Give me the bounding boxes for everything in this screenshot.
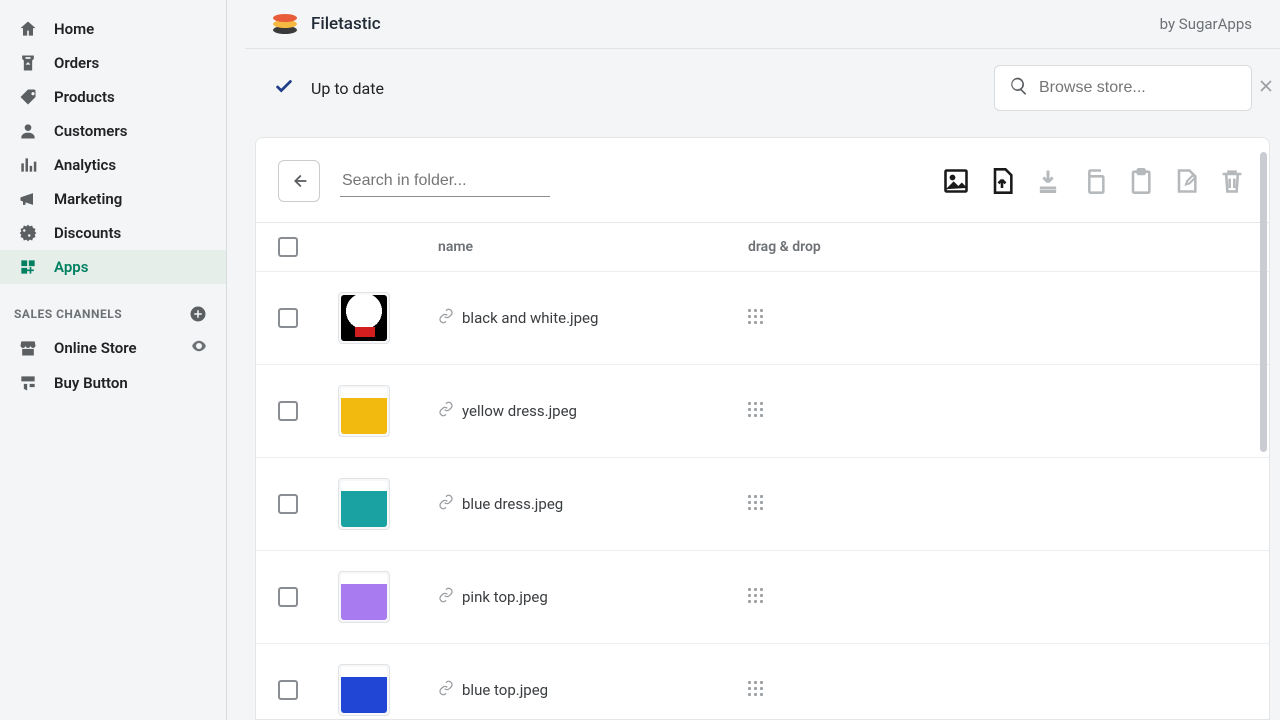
file-thumbnail[interactable] bbox=[338, 664, 390, 716]
browse-store-box bbox=[994, 65, 1252, 111]
nav-label: Customers bbox=[54, 122, 127, 140]
row-checkbox[interactable] bbox=[278, 308, 298, 328]
nav-analytics[interactable]: Analytics bbox=[0, 148, 226, 182]
scrollbar[interactable] bbox=[1260, 152, 1267, 452]
upload-file-button[interactable] bbox=[987, 166, 1017, 196]
link-icon bbox=[438, 308, 454, 328]
megaphone-icon bbox=[18, 189, 38, 209]
orders-icon bbox=[18, 53, 38, 73]
link-icon bbox=[438, 680, 454, 700]
nav-orders[interactable]: Orders bbox=[0, 46, 226, 80]
view-store-icon[interactable] bbox=[190, 337, 208, 359]
drag-handle-icon[interactable] bbox=[748, 309, 766, 327]
analytics-icon bbox=[18, 155, 38, 175]
file-thumbnail[interactable] bbox=[338, 571, 390, 623]
file-thumbnail[interactable] bbox=[338, 292, 390, 344]
store-icon bbox=[18, 338, 38, 358]
row-checkbox[interactable] bbox=[278, 401, 298, 421]
drag-handle-icon[interactable] bbox=[748, 588, 766, 606]
file-thumbnail[interactable] bbox=[338, 478, 390, 530]
link-icon bbox=[438, 587, 454, 607]
file-name[interactable]: yellow dress.jpeg bbox=[462, 402, 577, 420]
app-header: Filetastic by SugarApps bbox=[245, 0, 1280, 49]
select-all-checkbox[interactable] bbox=[278, 237, 298, 257]
tag-icon bbox=[18, 87, 38, 107]
sales-channels-header: SALES CHANNELS bbox=[0, 284, 226, 330]
nav-products[interactable]: Products bbox=[0, 80, 226, 114]
file-panel: name drag & drop black and white.jpeg ye… bbox=[255, 137, 1270, 720]
column-headers: name drag & drop bbox=[256, 223, 1269, 271]
person-icon bbox=[18, 121, 38, 141]
toolbar-actions bbox=[941, 166, 1247, 196]
status-row: Up to date bbox=[245, 49, 1280, 127]
nav-label: Discounts bbox=[54, 224, 121, 242]
nav-label: Apps bbox=[54, 258, 88, 276]
rename-button[interactable] bbox=[1171, 166, 1201, 196]
apps-icon bbox=[18, 257, 38, 277]
nav-label: Analytics bbox=[54, 156, 116, 174]
nav-customers[interactable]: Customers bbox=[0, 114, 226, 148]
section-label: SALES CHANNELS bbox=[14, 307, 122, 321]
nav-marketing[interactable]: Marketing bbox=[0, 182, 226, 216]
search-icon bbox=[1009, 76, 1029, 100]
home-icon bbox=[18, 19, 38, 39]
app-logo-icon bbox=[273, 14, 297, 34]
delete-button[interactable] bbox=[1217, 166, 1247, 196]
file-row: blue top.jpeg bbox=[256, 643, 1269, 720]
file-row: pink top.jpeg bbox=[256, 550, 1269, 643]
panel-toolbar bbox=[256, 150, 1269, 214]
file-row: black and white.jpeg bbox=[256, 271, 1269, 364]
clear-browse-icon[interactable] bbox=[1256, 76, 1276, 100]
channel-online-store[interactable]: Online Store bbox=[0, 330, 226, 366]
check-icon bbox=[273, 75, 295, 101]
row-checkbox[interactable] bbox=[278, 587, 298, 607]
paste-button[interactable] bbox=[1125, 166, 1155, 196]
nav-apps[interactable]: Apps bbox=[0, 250, 226, 284]
link-icon bbox=[438, 401, 454, 421]
row-checkbox[interactable] bbox=[278, 680, 298, 700]
drag-handle-icon[interactable] bbox=[748, 495, 766, 513]
link-icon bbox=[438, 494, 454, 514]
nav-discounts[interactable]: Discounts bbox=[0, 216, 226, 250]
copy-button[interactable] bbox=[1079, 166, 1109, 196]
main: Filetastic by SugarApps Up to date bbox=[227, 0, 1280, 720]
discount-icon bbox=[18, 223, 38, 243]
app-title: Filetastic bbox=[311, 14, 381, 34]
drag-handle-icon[interactable] bbox=[748, 402, 766, 420]
file-name[interactable]: pink top.jpeg bbox=[462, 588, 548, 606]
nav-label: Orders bbox=[54, 54, 99, 72]
column-name: name bbox=[438, 239, 748, 255]
nav-label: Products bbox=[54, 88, 115, 106]
file-name[interactable]: blue dress.jpeg bbox=[462, 495, 563, 513]
sidebar-resize-handle[interactable] bbox=[222, 0, 230, 720]
sidebar: Home Orders Products Customers Analytics… bbox=[0, 0, 227, 720]
channel-label: Buy Button bbox=[54, 374, 128, 392]
file-name[interactable]: blue top.jpeg bbox=[462, 681, 548, 699]
file-row: yellow dress.jpeg bbox=[256, 364, 1269, 457]
drag-handle-icon[interactable] bbox=[748, 681, 766, 699]
column-drag: drag & drop bbox=[748, 239, 868, 255]
nav-label: Home bbox=[54, 20, 94, 38]
nav-label: Marketing bbox=[54, 190, 122, 208]
image-tool-button[interactable] bbox=[941, 166, 971, 196]
folder-search-input[interactable] bbox=[340, 166, 550, 197]
status-text: Up to date bbox=[311, 79, 384, 98]
buy-button-icon bbox=[18, 373, 38, 393]
file-row: blue dress.jpeg bbox=[256, 457, 1269, 550]
download-button[interactable] bbox=[1033, 166, 1063, 196]
add-channel-button[interactable] bbox=[188, 304, 208, 324]
browse-store-input[interactable] bbox=[1039, 79, 1246, 97]
file-thumbnail[interactable] bbox=[338, 385, 390, 437]
app-byline: by SugarApps bbox=[1160, 15, 1252, 33]
row-checkbox[interactable] bbox=[278, 494, 298, 514]
back-button[interactable] bbox=[278, 160, 320, 202]
channel-label: Online Store bbox=[54, 339, 137, 357]
nav-home[interactable]: Home bbox=[0, 12, 226, 46]
channel-buy-button[interactable]: Buy Button bbox=[0, 366, 226, 400]
file-name[interactable]: black and white.jpeg bbox=[462, 309, 598, 327]
